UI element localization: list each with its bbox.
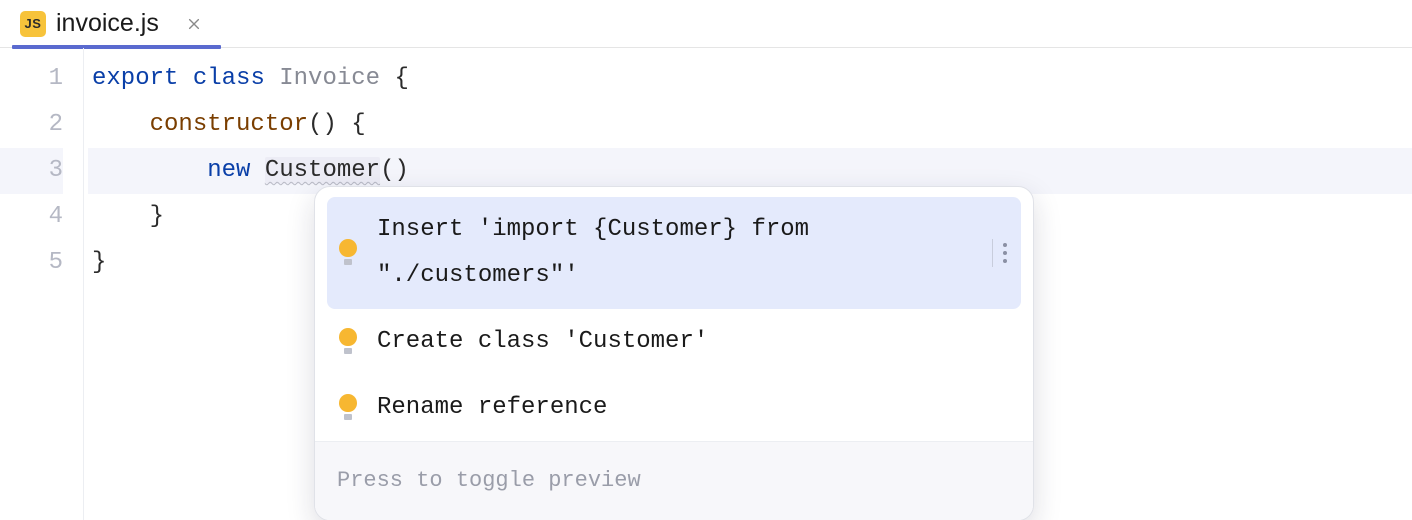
intention-item-label: Rename reference <box>377 385 1013 431</box>
code-area[interactable]: export class Invoice { constructor() { n… <box>84 48 1412 520</box>
line-number: 5 <box>0 240 63 286</box>
tab-bar: JS invoice.js <box>0 0 1412 48</box>
intention-item-create-class[interactable]: Create class 'Customer' <box>315 309 1033 375</box>
tab-filename: invoice.js <box>56 9 159 38</box>
more-options-button[interactable] <box>992 239 1013 267</box>
intention-item-label: Insert 'import {Customer} from "./custom… <box>377 207 970 299</box>
lightbulb-icon <box>337 239 359 267</box>
intention-actions-popup: Insert 'import {Customer} from "./custom… <box>314 186 1034 520</box>
intention-item-rename-reference[interactable]: Rename reference <box>315 375 1033 441</box>
js-file-icon: JS <box>20 11 46 37</box>
intention-item-insert-import[interactable]: Insert 'import {Customer} from "./custom… <box>327 197 1021 309</box>
code-line: export class Invoice { <box>88 56 1412 102</box>
popup-hint: Press to toggle preview <box>315 441 1033 520</box>
code-editor[interactable]: 1 2 3 4 5 export class Invoice { constru… <box>0 48 1412 520</box>
tab-invoice-js[interactable]: JS invoice.js <box>12 0 221 47</box>
code-line: constructor() { <box>88 102 1412 148</box>
lightbulb-icon <box>337 328 359 356</box>
unresolved-reference[interactable]: Customer <box>265 157 380 184</box>
line-number: 2 <box>0 102 63 148</box>
line-number: 1 <box>0 56 63 102</box>
close-tab-button[interactable] <box>183 13 205 35</box>
intention-item-label: Create class 'Customer' <box>377 319 1013 365</box>
line-number-gutter: 1 2 3 4 5 <box>0 48 84 520</box>
line-number: 4 <box>0 194 63 240</box>
lightbulb-icon <box>337 394 359 422</box>
close-icon <box>187 17 201 31</box>
line-number: 3 <box>0 148 63 194</box>
